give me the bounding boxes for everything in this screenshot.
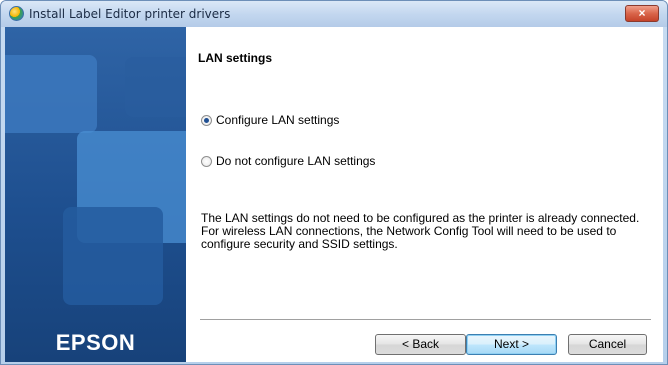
radio-button-icon[interactable] bbox=[201, 156, 212, 167]
banner-decoration bbox=[125, 57, 186, 117]
page-title: LAN settings bbox=[198, 51, 273, 65]
side-banner: EPSON bbox=[5, 27, 186, 362]
info-paragraph: For wireless LAN connections, the Networ… bbox=[201, 224, 617, 251]
installer-window: Install Label Editor printer drivers × E… bbox=[0, 0, 668, 365]
radio-label[interactable]: Configure LAN settings bbox=[216, 113, 339, 127]
banner-decoration bbox=[5, 55, 97, 133]
divider bbox=[200, 319, 651, 321]
info-text: The LAN settings do not need to be confi… bbox=[201, 212, 651, 251]
back-button[interactable]: < Back bbox=[375, 334, 466, 355]
next-button[interactable]: Next > bbox=[466, 334, 557, 355]
window-title: Install Label Editor printer drivers bbox=[29, 7, 231, 21]
installer-app-icon bbox=[9, 6, 24, 21]
title-bar[interactable]: Install Label Editor printer drivers × bbox=[1, 1, 667, 27]
close-button[interactable]: × bbox=[625, 5, 659, 22]
banner-decoration bbox=[63, 207, 163, 305]
radio-do-not-configure-lan[interactable]: Do not configure LAN settings bbox=[201, 154, 375, 168]
epson-logo: EPSON bbox=[55, 330, 136, 355]
radio-configure-lan[interactable]: Configure LAN settings bbox=[201, 113, 339, 127]
radio-button-selected-icon[interactable] bbox=[201, 115, 212, 126]
radio-label[interactable]: Do not configure LAN settings bbox=[216, 154, 375, 168]
dialog-body: EPSON LAN settings Configure LAN setting… bbox=[5, 27, 663, 362]
cancel-button[interactable]: Cancel bbox=[568, 334, 647, 355]
